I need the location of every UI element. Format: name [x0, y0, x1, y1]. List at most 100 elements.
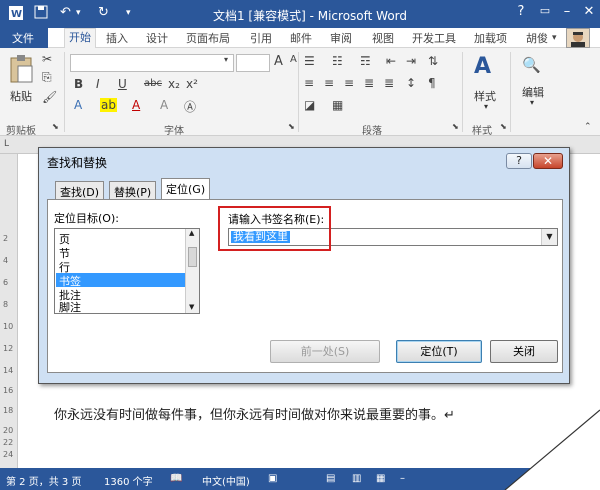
tab-file[interactable]: 文件	[12, 30, 34, 46]
edit-dropdown-icon[interactable]: ▾	[530, 98, 534, 107]
font-launcher-icon[interactable]: ⬊	[288, 122, 295, 131]
customize-qat-icon[interactable]: ▾	[126, 8, 131, 18]
tab-addins[interactable]: 加载项	[474, 30, 507, 46]
list-item[interactable]: 页	[59, 231, 187, 246]
font-name-input[interactable]	[70, 54, 234, 72]
help-icon[interactable]: ?	[510, 4, 532, 19]
list-item[interactable]: 节	[59, 245, 187, 260]
collapse-ribbon-icon[interactable]: ⌃	[584, 122, 592, 132]
tab-insert[interactable]: 插入	[106, 30, 128, 46]
numbering-icon[interactable]: ☷	[332, 54, 343, 68]
increase-indent-icon[interactable]: ⇥	[406, 54, 416, 68]
language-status[interactable]: 中文(中国)	[202, 473, 250, 488]
user-name[interactable]: 胡俊	[526, 30, 548, 46]
tab-find[interactable]: 查找(D)	[55, 181, 105, 199]
list-item[interactable]: 脚注	[59, 299, 187, 314]
line-spacing-icon[interactable]: ↕	[406, 76, 416, 90]
subscript-button[interactable]: x₂	[168, 77, 180, 91]
zoom-out-icon[interactable]: –	[400, 473, 405, 484]
print-layout-icon[interactable]: ▥	[352, 473, 361, 484]
previous-button[interactable]: 前一处(S)	[270, 340, 380, 363]
tab-home[interactable]: 开始	[64, 28, 96, 49]
format-painter-icon[interactable]: 🖌	[42, 90, 57, 104]
decrease-indent-icon[interactable]: ⇤	[386, 54, 396, 68]
ribbon: 粘贴 ✂ ⎘ 🖌 剪贴板 ⬊ ▾ A A B I U abc x₂ x² A a…	[0, 48, 600, 137]
phonetic-guide-icon[interactable]: Ⓐ	[184, 98, 196, 115]
justify-icon[interactable]: ≣	[364, 76, 374, 90]
tab-mailings[interactable]: 邮件	[290, 30, 312, 46]
list-item[interactable]: 行	[59, 259, 187, 274]
paragraph-launcher-icon[interactable]: ⬊	[452, 122, 459, 131]
ribbon-options-icon[interactable]: ▭	[534, 4, 556, 17]
font-color-button[interactable]: A	[132, 98, 140, 112]
shading-icon[interactable]: ◪	[304, 98, 315, 112]
align-right-icon[interactable]: ≡	[344, 76, 354, 90]
show-marks-icon[interactable]: ¶	[428, 76, 436, 90]
underline-button[interactable]: U	[118, 77, 127, 91]
tab-developer[interactable]: 开发工具	[412, 30, 456, 46]
borders-icon[interactable]: ▦	[332, 98, 343, 112]
close-button[interactable]: 关闭	[490, 340, 558, 363]
save-icon[interactable]	[34, 5, 48, 23]
undo-dropdown-icon[interactable]: ▾	[76, 8, 81, 18]
scroll-down-icon[interactable]: ▼	[189, 303, 194, 311]
copy-icon[interactable]: ⎘	[42, 70, 52, 85]
bullets-icon[interactable]: ☰	[304, 54, 315, 68]
shrink-font-icon[interactable]: A	[290, 54, 297, 65]
minimize-icon[interactable]: –	[556, 4, 578, 19]
dialog-help-button[interactable]: ?	[506, 153, 532, 169]
macro-record-icon[interactable]: ▣	[268, 473, 277, 484]
undo-icon[interactable]: ↶	[60, 5, 71, 20]
list-scrollbar[interactable]: ▲ ▼	[185, 229, 199, 313]
styles-dropdown-icon[interactable]: ▾	[484, 102, 488, 111]
sort-icon[interactable]: ⇅	[428, 54, 438, 68]
goto-button[interactable]: 定位(T)	[396, 340, 482, 363]
list-item-selected[interactable]: 书签	[56, 273, 186, 288]
redo-icon[interactable]: ↻	[98, 5, 109, 20]
align-center-icon[interactable]: ≡	[324, 76, 334, 90]
avatar[interactable]	[566, 28, 590, 48]
tab-goto[interactable]: 定位(G)	[161, 178, 211, 200]
superscript-button[interactable]: x²	[186, 77, 198, 91]
grow-font-icon[interactable]: A	[274, 54, 283, 69]
tab-selector-icon[interactable]: L	[4, 139, 9, 149]
clipboard-launcher-icon[interactable]: ⬊	[52, 122, 59, 131]
scroll-thumb[interactable]	[188, 247, 197, 267]
distributed-icon[interactable]: ≣	[384, 76, 394, 90]
word-count[interactable]: 1360 个字	[104, 473, 153, 488]
font-size-input[interactable]	[236, 54, 270, 72]
web-layout-icon[interactable]: ▦	[376, 473, 385, 484]
close-window-icon[interactable]: ✕	[578, 4, 600, 19]
tab-replace[interactable]: 替换(P)	[109, 181, 157, 199]
italic-button[interactable]: I	[96, 77, 100, 91]
tab-view[interactable]: 视图	[372, 30, 394, 46]
page-count[interactable]: 第 2 页，共 3 页	[6, 473, 81, 488]
read-mode-icon[interactable]: ▤	[326, 473, 335, 484]
goto-target-list[interactable]: 页 节 行 书签 批注 脚注 ▲ ▼	[54, 228, 200, 314]
text-effects-button[interactable]: A	[74, 98, 82, 112]
styles-launcher-icon[interactable]: ⬊	[500, 122, 507, 131]
paste-icon[interactable]	[8, 54, 34, 87]
tab-design[interactable]: 设计	[146, 30, 168, 46]
font-name-dropdown-icon[interactable]: ▾	[224, 55, 228, 64]
scroll-up-icon[interactable]: ▲	[189, 229, 194, 237]
bookmark-dropdown-icon[interactable]: ▼	[541, 229, 557, 245]
clear-format-button[interactable]: A	[160, 98, 168, 112]
styles-icon[interactable]: A	[474, 54, 491, 79]
find-binoculars-icon[interactable]: 🔍	[522, 56, 541, 74]
menu-tabs: 文件 开始 插入 设计 页面布局 引用 邮件 审阅 视图 开发工具 加载项 胡俊…	[0, 28, 600, 49]
align-left-icon[interactable]: ≡	[304, 76, 314, 90]
tab-references[interactable]: 引用	[250, 30, 272, 46]
tab-review[interactable]: 审阅	[330, 30, 352, 46]
multilevel-list-icon[interactable]: ☶	[360, 54, 371, 68]
user-dropdown-icon[interactable]: ▾	[552, 33, 557, 43]
bold-button[interactable]: B	[74, 77, 83, 91]
paste-label[interactable]: 粘贴	[10, 88, 32, 104]
tab-layout[interactable]: 页面布局	[186, 30, 230, 46]
proofing-icon[interactable]: 📖	[170, 473, 182, 484]
strikethrough-button[interactable]: abc	[144, 78, 162, 89]
dialog-close-button[interactable]: ✕	[533, 153, 563, 169]
highlight-button[interactable]: ab	[100, 98, 117, 112]
document-body-text[interactable]: 你永远没有时间做每件事，但你永远有时间做对你来说最重要的事。↵	[54, 404, 455, 423]
cut-icon[interactable]: ✂	[42, 52, 52, 66]
